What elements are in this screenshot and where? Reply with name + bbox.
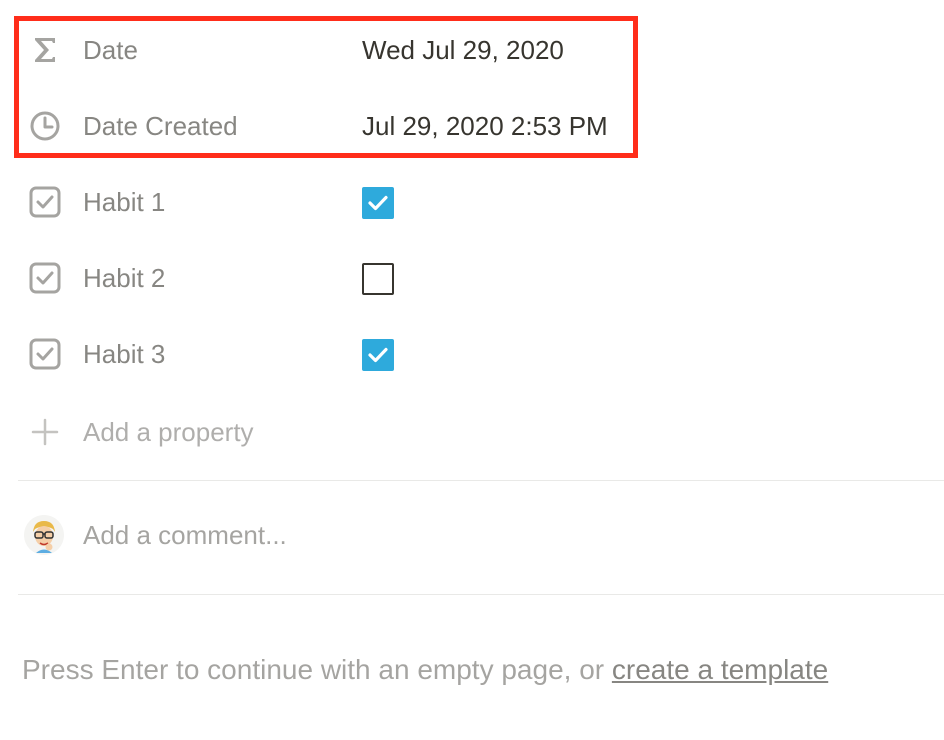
property-label-habit-1: Habit 1	[83, 187, 166, 217]
property-label-habit-3: Habit 3	[83, 339, 166, 369]
property-row-habit-1[interactable]: Habit 1	[0, 164, 944, 240]
checkbox-property-icon	[28, 185, 62, 219]
divider	[18, 594, 944, 595]
checkmark-icon	[368, 347, 388, 363]
property-row-habit-3[interactable]: Habit 3	[0, 316, 944, 392]
add-property-label: Add a property	[83, 417, 254, 447]
avatar	[24, 515, 64, 555]
divider	[18, 480, 944, 481]
comment-input[interactable]: Add a comment...	[0, 496, 944, 574]
comment-placeholder: Add a comment...	[83, 520, 287, 550]
create-template-link[interactable]: create a template	[612, 654, 828, 685]
property-row-habit-2[interactable]: Habit 2	[0, 240, 944, 316]
property-value-date-created[interactable]: Jul 29, 2020 2:53 PM	[362, 88, 608, 164]
property-value-date[interactable]: Wed Jul 29, 2020	[362, 12, 564, 88]
property-row-date-created[interactable]: Date Created Jul 29, 2020 2:53 PM	[0, 88, 944, 164]
plus-icon	[28, 415, 62, 449]
property-label-habit-2: Habit 2	[83, 263, 166, 293]
habit-1-checkbox[interactable]	[362, 187, 394, 219]
sigma-icon	[28, 33, 62, 67]
checkbox-property-icon	[28, 337, 62, 371]
clock-icon	[28, 109, 62, 143]
checkbox-property-icon	[28, 261, 62, 295]
empty-page-hint: Press Enter to continue with an empty pa…	[22, 640, 828, 700]
habit-3-checkbox[interactable]	[362, 339, 394, 371]
checkmark-icon	[368, 195, 388, 211]
property-label-date-created: Date Created	[83, 111, 238, 141]
empty-page-hint-text: Press Enter to continue with an empty pa…	[22, 654, 612, 685]
add-property-button[interactable]: Add a property	[0, 394, 944, 470]
property-row-date[interactable]: Date Wed Jul 29, 2020	[0, 12, 944, 88]
property-label-date: Date	[83, 35, 138, 65]
habit-2-checkbox[interactable]	[362, 263, 394, 295]
